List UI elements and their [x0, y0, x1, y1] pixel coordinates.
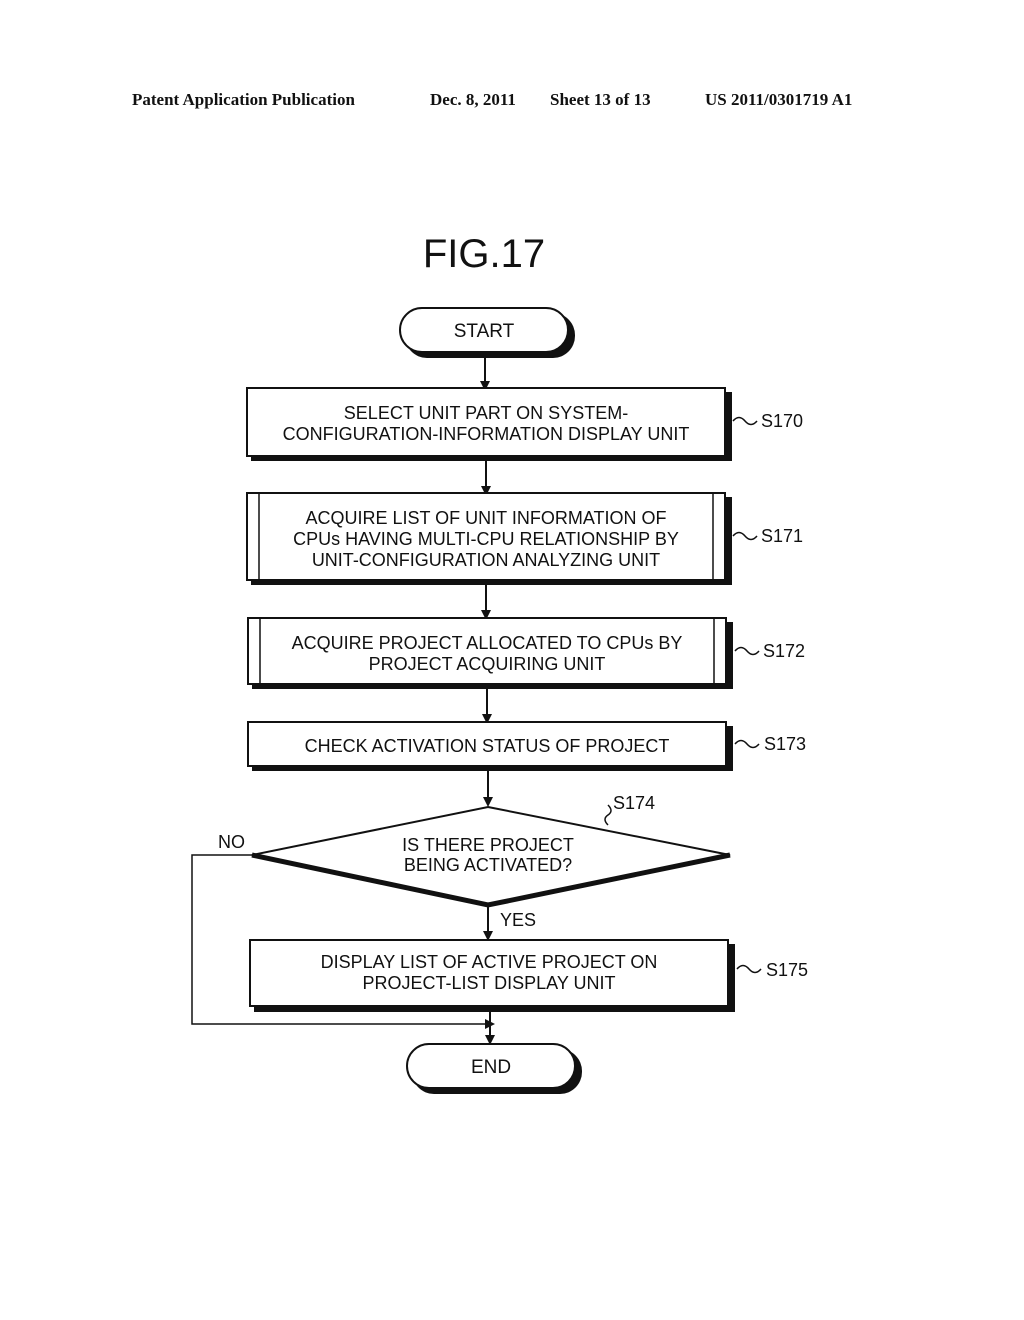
step-s173: CHECK ACTIVATION STATUS OF PROJECT S173	[247, 721, 806, 771]
leader-line	[732, 531, 758, 541]
end-label: END	[471, 1057, 511, 1078]
step-s170: SELECT UNIT PART ON SYSTEM- CONFIGURATIO…	[246, 387, 803, 461]
step-text-line: UNIT-CONFIGURATION ANALYZING UNIT	[312, 550, 660, 570]
step-id: S173	[764, 734, 806, 754]
leader-line	[732, 416, 758, 426]
step-text-line: PROJECT ACQUIRING UNIT	[369, 654, 606, 674]
yes-label: YES	[500, 910, 536, 930]
start-terminal: START	[399, 307, 575, 358]
step-id: S170	[761, 411, 803, 431]
step-text-line: ACQUIRE LIST OF UNIT INFORMATION OF	[305, 508, 666, 528]
decision-text-line: IS THERE PROJECT	[402, 835, 574, 855]
leader-line	[734, 739, 760, 749]
leader-line	[736, 964, 762, 974]
step-text-line: CPUs HAVING MULTI-CPU RELATIONSHIP BY	[293, 529, 679, 549]
decision-s174: IS THERE PROJECT BEING ACTIVATED? S174	[251, 793, 731, 908]
step-text-line: CHECK ACTIVATION STATUS OF PROJECT	[305, 736, 670, 756]
step-text-line: ACQUIRE PROJECT ALLOCATED TO CPUs BY	[292, 633, 683, 653]
leader-line	[604, 804, 612, 826]
no-label: NO	[218, 832, 245, 852]
step-s171: ACQUIRE LIST OF UNIT INFORMATION OF CPUs…	[246, 492, 803, 585]
step-text-line: SELECT UNIT PART ON SYSTEM-	[344, 403, 628, 423]
step-id: S171	[761, 526, 803, 546]
step-id: S172	[763, 641, 805, 661]
step-s175: DISPLAY LIST OF ACTIVE PROJECT ON PROJEC…	[249, 939, 808, 1012]
end-terminal: END	[406, 1043, 582, 1094]
start-label: START	[454, 321, 515, 342]
step-id: S175	[766, 960, 808, 980]
flowchart: START SELECT UNIT PART ON SYSTEM- CONFIG…	[191, 307, 808, 1094]
leader-line	[734, 646, 760, 656]
decision-text-line: BEING ACTIVATED?	[404, 855, 572, 875]
step-text-line: DISPLAY LIST OF ACTIVE PROJECT ON	[321, 952, 658, 972]
step-text-line: PROJECT-LIST DISPLAY UNIT	[362, 973, 615, 993]
step-text-line: CONFIGURATION-INFORMATION DISPLAY UNIT	[283, 424, 690, 444]
step-s172: ACQUIRE PROJECT ALLOCATED TO CPUs BY PRO…	[247, 617, 805, 689]
step-id: S174	[613, 793, 655, 813]
